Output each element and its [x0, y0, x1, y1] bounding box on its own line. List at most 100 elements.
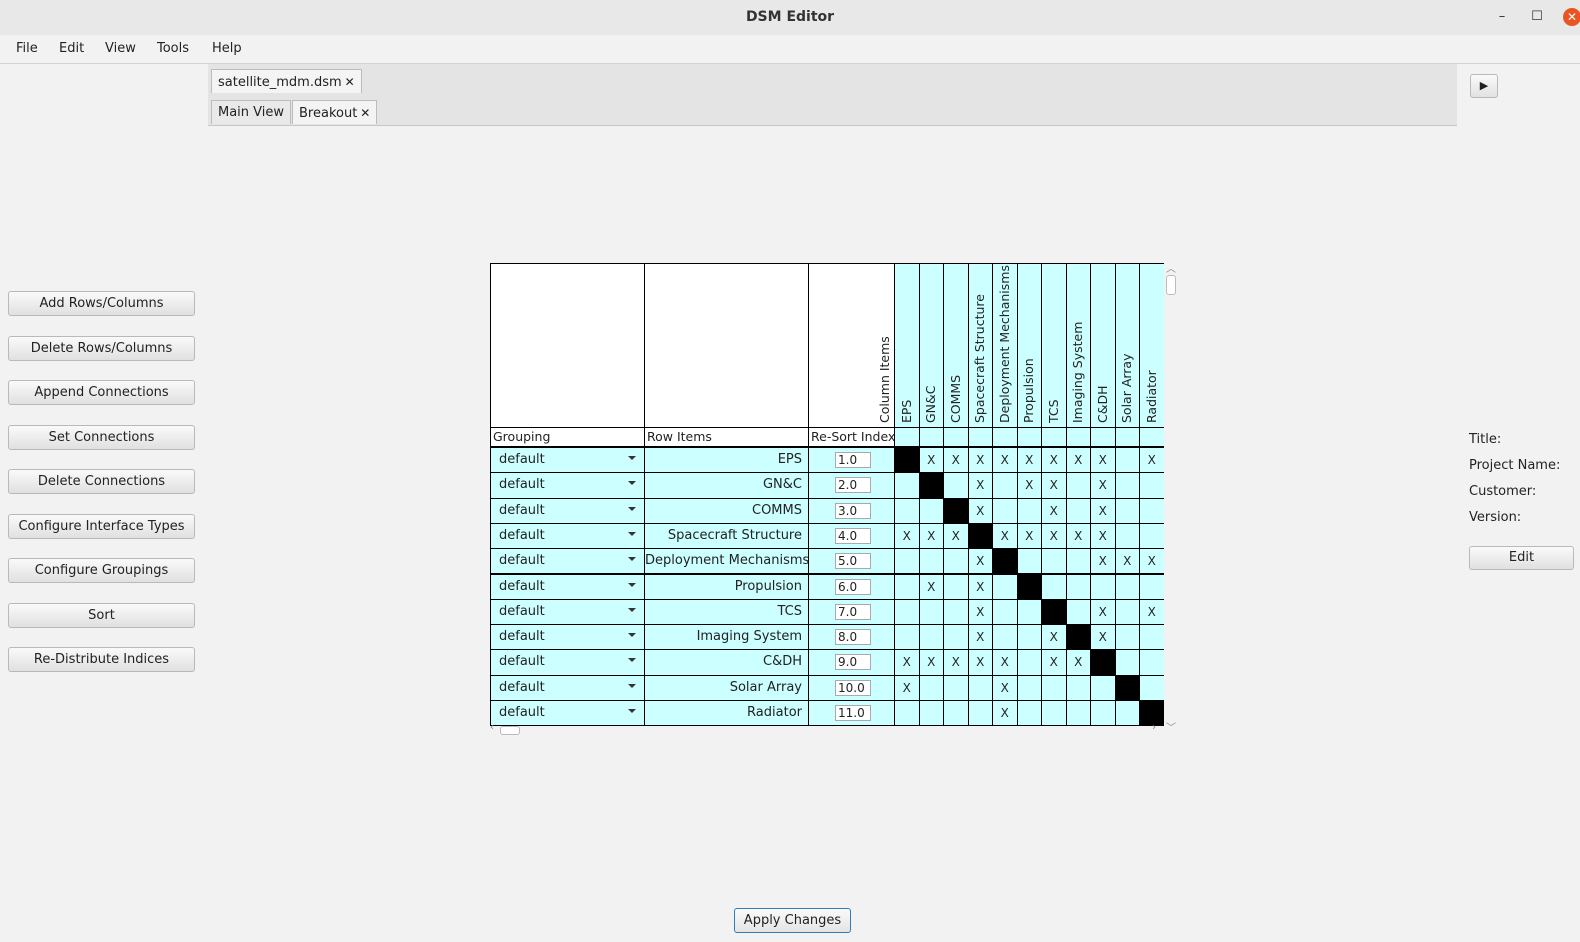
row-item-imaging-system[interactable]: Imaging System: [644, 624, 809, 651]
matrix-cell[interactable]: X: [918, 522, 944, 550]
matrix-cell[interactable]: X: [943, 522, 969, 550]
matrix-cell[interactable]: [894, 624, 920, 651]
grouping-dropdown[interactable]: default: [490, 649, 645, 676]
matrix-cell[interactable]: [943, 573, 969, 600]
matrix-cell[interactable]: X: [1090, 472, 1116, 499]
row-item-tcs[interactable]: TCS: [644, 598, 809, 626]
close-tab-icon[interactable]: ✕: [345, 75, 355, 89]
matrix-cell[interactable]: [894, 497, 920, 524]
matrix-diagonal-cell[interactable]: [943, 497, 969, 524]
matrix-cell[interactable]: [1016, 624, 1042, 651]
matrix-cell[interactable]: [1139, 674, 1165, 701]
matrix-cell[interactable]: [1114, 447, 1140, 474]
row-item-spacecraft-structure[interactable]: Spacecraft Structure: [644, 522, 809, 550]
grouping-dropdown[interactable]: default: [490, 624, 645, 651]
scroll-up-icon[interactable]: ︿: [1166, 260, 1176, 275]
matrix-cell[interactable]: [1114, 598, 1140, 626]
row-item-comms[interactable]: COMMS: [644, 497, 809, 524]
matrix-cell[interactable]: X: [1090, 624, 1116, 651]
row-item-radiator[interactable]: Radiator: [644, 700, 809, 727]
matrix-cell[interactable]: X: [1139, 548, 1165, 575]
matrix-diagonal-cell[interactable]: [894, 447, 920, 474]
matrix-cell[interactable]: [1065, 700, 1091, 727]
matrix-cell[interactable]: [1139, 573, 1165, 600]
matrix-cell[interactable]: [918, 700, 944, 727]
add-rows-columns-button[interactable]: Add Rows/Columns: [8, 291, 195, 316]
horizontal-scroll-thumb[interactable]: [500, 726, 520, 735]
tab-main-view[interactable]: Main View: [211, 100, 292, 124]
matrix-cell[interactable]: X: [967, 447, 993, 474]
matrix-cell[interactable]: X: [1139, 447, 1165, 474]
matrix-cell[interactable]: [1016, 700, 1042, 727]
column-header-propulsion[interactable]: Propulsion: [1016, 263, 1042, 428]
matrix-cell[interactable]: X: [894, 674, 920, 701]
tab-breakout[interactable]: Breakout ✕: [292, 100, 378, 124]
matrix-cell[interactable]: X: [992, 447, 1018, 474]
maximize-button[interactable]: ☐: [1528, 8, 1546, 26]
matrix-cell[interactable]: [1139, 522, 1165, 550]
matrix-cell[interactable]: [943, 624, 969, 651]
column-header-spacecraft-structure[interactable]: Spacecraft Structure: [967, 263, 993, 428]
matrix-cell[interactable]: X: [967, 624, 993, 651]
column-header-c-dh[interactable]: C&DH: [1090, 263, 1116, 428]
matrix-cell[interactable]: X: [894, 522, 920, 550]
scroll-right-icon[interactable]: ›: [1152, 722, 1156, 733]
matrix-cell[interactable]: [1016, 598, 1042, 626]
matrix-cell[interactable]: [943, 548, 969, 575]
matrix-cell[interactable]: X: [1114, 548, 1140, 575]
play-icon[interactable]: ▶: [1470, 74, 1498, 98]
matrix-cell[interactable]: [1041, 573, 1067, 600]
matrix-cell[interactable]: X: [1139, 598, 1165, 626]
matrix-cell[interactable]: [992, 472, 1018, 499]
matrix-cell[interactable]: X: [992, 522, 1018, 550]
matrix-cell[interactable]: [967, 700, 993, 727]
menu-edit[interactable]: Edit: [59, 41, 84, 56]
matrix-cell[interactable]: [1114, 522, 1140, 550]
matrix-diagonal-cell[interactable]: [1065, 624, 1091, 651]
matrix-cell[interactable]: X: [1065, 447, 1091, 474]
resort-index-input[interactable]: 3.0: [835, 502, 871, 519]
matrix-cell[interactable]: [943, 674, 969, 701]
apply-changes-button[interactable]: Apply Changes: [734, 908, 851, 933]
matrix-cell[interactable]: [1090, 674, 1116, 701]
matrix-cell[interactable]: [1065, 573, 1091, 600]
matrix-diagonal-cell[interactable]: [1041, 598, 1067, 626]
matrix-cell[interactable]: X: [1016, 522, 1042, 550]
matrix-cell[interactable]: [1139, 497, 1165, 524]
vertical-scroll-thumb[interactable]: [1166, 275, 1176, 295]
matrix-cell[interactable]: X: [967, 472, 993, 499]
matrix-cell[interactable]: [1041, 700, 1067, 727]
matrix-cell[interactable]: [1016, 548, 1042, 575]
matrix-cell[interactable]: X: [967, 598, 993, 626]
matrix-cell[interactable]: [992, 497, 1018, 524]
matrix-cell[interactable]: [943, 598, 969, 626]
matrix-diagonal-cell[interactable]: [967, 522, 993, 550]
matrix-cell[interactable]: [1114, 649, 1140, 676]
matrix-cell[interactable]: X: [1041, 447, 1067, 474]
matrix-cell[interactable]: [894, 573, 920, 600]
column-header-eps[interactable]: EPS: [894, 263, 920, 428]
matrix-cell[interactable]: X: [1090, 497, 1116, 524]
row-item-eps[interactable]: EPS: [644, 447, 809, 474]
matrix-cell[interactable]: [1114, 573, 1140, 600]
minimize-button[interactable]: –: [1493, 8, 1511, 26]
grouping-dropdown[interactable]: default: [490, 472, 645, 499]
matrix-cell[interactable]: X: [992, 674, 1018, 701]
matrix-cell[interactable]: [1114, 624, 1140, 651]
grouping-dropdown[interactable]: default: [490, 447, 645, 474]
edit-info-button[interactable]: Edit: [1469, 546, 1574, 570]
close-button[interactable]: ✕: [1563, 8, 1580, 26]
set-connections-button[interactable]: Set Connections: [8, 425, 195, 450]
matrix-cell[interactable]: X: [967, 649, 993, 676]
matrix-cell[interactable]: [918, 624, 944, 651]
matrix-cell[interactable]: [967, 674, 993, 701]
grouping-dropdown[interactable]: default: [490, 497, 645, 524]
matrix-cell[interactable]: [1041, 674, 1067, 701]
matrix-cell[interactable]: X: [967, 573, 993, 600]
matrix-cell[interactable]: X: [1090, 598, 1116, 626]
resort-index-input[interactable]: 6.0: [835, 578, 871, 595]
matrix-cell[interactable]: [1065, 497, 1091, 524]
matrix-cell[interactable]: [894, 700, 920, 727]
matrix-cell[interactable]: X: [1041, 472, 1067, 499]
resort-index-input[interactable]: 9.0: [835, 654, 871, 671]
